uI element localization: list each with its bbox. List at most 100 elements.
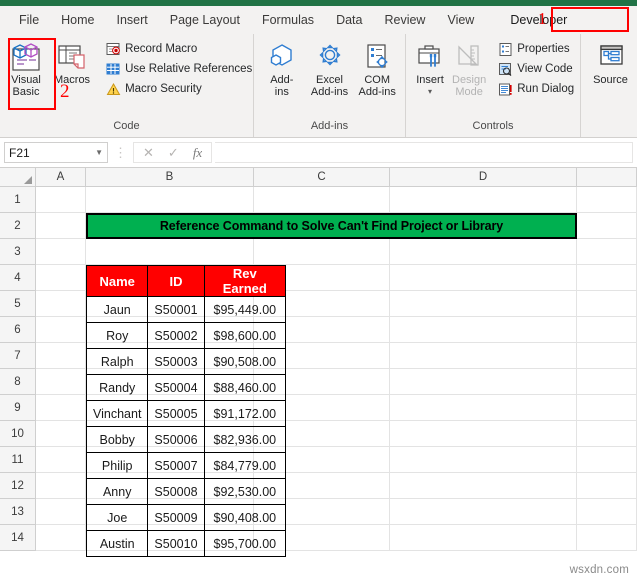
cell-name[interactable]: Austin — [85, 530, 149, 557]
grid-cell[interactable] — [36, 239, 86, 265]
grid-cell[interactable] — [390, 525, 577, 551]
column-header-c[interactable]: C — [254, 168, 390, 186]
tab-insert[interactable]: Insert — [106, 8, 159, 32]
grid-cell[interactable] — [36, 369, 86, 395]
row-header-11[interactable]: 11 — [0, 447, 35, 473]
record-macro-button[interactable]: Record Macro — [102, 40, 255, 59]
grid-cell[interactable] — [254, 239, 390, 265]
excel-add-ins-button[interactable]: Excel Add-ins — [308, 37, 352, 100]
cell-rev-earned[interactable]: $98,600.00 — [203, 322, 287, 349]
cell-rev-earned[interactable]: $84,779.00 — [203, 452, 287, 479]
cell-id[interactable]: S50002 — [147, 322, 205, 349]
add-ins-button[interactable]: Add- ins — [260, 37, 304, 100]
grid-cell[interactable] — [577, 447, 637, 473]
column-header-b[interactable]: B — [86, 168, 254, 186]
grid-cell[interactable] — [36, 473, 86, 499]
cell-name[interactable]: Joe — [85, 504, 149, 531]
row-header-1[interactable]: 1 — [0, 187, 35, 213]
row-header-4[interactable]: 4 — [0, 265, 35, 291]
row-header-3[interactable]: 3 — [0, 239, 35, 265]
cell-id[interactable]: S50008 — [147, 478, 205, 505]
confirm-icon[interactable]: ✓ — [168, 145, 179, 161]
insert-control-chevron-down-icon[interactable]: ▾ — [428, 86, 432, 98]
grid-cell[interactable] — [86, 187, 254, 213]
run-dialog-button[interactable]: Run Dialog — [494, 80, 577, 99]
cell-name[interactable]: Randy — [85, 374, 149, 401]
grid-cell[interactable] — [390, 317, 577, 343]
column-header-rev-earned[interactable]: Rev Earned — [203, 265, 287, 297]
grid-cell[interactable] — [36, 447, 86, 473]
grid-cell[interactable] — [390, 343, 577, 369]
grid-cell[interactable] — [390, 239, 577, 265]
design-mode-button[interactable]: Design Mode — [450, 37, 488, 100]
row-header-7[interactable]: 7 — [0, 343, 35, 369]
row-header-6[interactable]: 6 — [0, 317, 35, 343]
row-header-10[interactable]: 10 — [0, 421, 35, 447]
insert-control-button[interactable]: Insert ▾ — [412, 37, 448, 100]
tab-review[interactable]: Review — [373, 8, 436, 32]
cell-name[interactable]: Ralph — [85, 348, 149, 375]
grid-cell[interactable] — [577, 421, 637, 447]
use-relative-references-button[interactable]: Use Relative References — [102, 60, 255, 79]
grid-cell[interactable] — [390, 291, 577, 317]
column-header-d[interactable]: D — [390, 168, 577, 186]
row-header-12[interactable]: 12 — [0, 473, 35, 499]
cell-id[interactable]: S50009 — [147, 504, 205, 531]
cell-name[interactable]: Vinchant — [85, 400, 149, 427]
cell-rev-earned[interactable]: $91,172.00 — [203, 400, 287, 427]
grid-cell[interactable] — [577, 317, 637, 343]
grid-cell[interactable] — [390, 447, 577, 473]
grid-cell[interactable] — [577, 213, 637, 239]
column-header-id[interactable]: ID — [147, 265, 205, 297]
tab-data[interactable]: Data — [325, 8, 373, 32]
grid-cell[interactable] — [577, 473, 637, 499]
formula-input[interactable] — [215, 142, 633, 163]
row-header-2[interactable]: 2 — [0, 213, 35, 239]
row-header-9[interactable]: 9 — [0, 395, 35, 421]
insert-function-icon[interactable]: fx — [193, 145, 202, 161]
column-header-a[interactable]: A — [36, 168, 86, 186]
tab-page-layout[interactable]: Page Layout — [159, 8, 251, 32]
column-header-name[interactable]: Name — [85, 265, 149, 297]
grid-cell[interactable] — [390, 421, 577, 447]
grid-cell[interactable] — [390, 395, 577, 421]
macros-button[interactable]: Macros — [52, 37, 92, 88]
name-box[interactable]: F21 ▼ — [4, 142, 108, 163]
com-add-ins-button[interactable]: COM Add-ins — [355, 37, 399, 100]
sheet-title-banner[interactable]: Reference Command to Solve Can't Find Pr… — [86, 213, 577, 239]
grid-cell[interactable] — [577, 499, 637, 525]
cell-name[interactable]: Anny — [85, 478, 149, 505]
cell-rev-earned[interactable]: $92,530.00 — [203, 478, 287, 505]
select-all-corner[interactable] — [0, 168, 36, 186]
column-header-e[interactable] — [577, 168, 637, 186]
grid-cell[interactable] — [36, 421, 86, 447]
grid-cell[interactable] — [36, 343, 86, 369]
view-code-button[interactable]: View Code — [494, 60, 577, 79]
cell-id[interactable]: S50007 — [147, 452, 205, 479]
grid-cell[interactable] — [36, 499, 86, 525]
row-header-14[interactable]: 14 — [0, 525, 35, 551]
cell-id[interactable]: S50005 — [147, 400, 205, 427]
grid-cell[interactable] — [254, 187, 390, 213]
grid-cell[interactable] — [577, 525, 637, 551]
grid-cell[interactable] — [390, 265, 577, 291]
grid-cell[interactable] — [577, 291, 637, 317]
grid-cell[interactable] — [577, 395, 637, 421]
grid-cell[interactable] — [577, 343, 637, 369]
grid-cell[interactable] — [36, 525, 86, 551]
grid-cell[interactable] — [36, 317, 86, 343]
grid-cell[interactable] — [577, 265, 637, 291]
cell-rev-earned[interactable]: $90,508.00 — [203, 348, 287, 375]
grid-cell[interactable] — [36, 265, 86, 291]
grid-cell[interactable] — [390, 499, 577, 525]
cell-rev-earned[interactable]: $95,449.00 — [203, 296, 287, 323]
cell-name[interactable]: Jaun — [85, 296, 149, 323]
grid-cell[interactable] — [390, 187, 577, 213]
cell-rev-earned[interactable]: $82,936.00 — [203, 426, 287, 453]
row-header-8[interactable]: 8 — [0, 369, 35, 395]
grid-cell[interactable] — [577, 239, 637, 265]
cancel-icon[interactable]: ✕ — [143, 145, 154, 161]
cell-id[interactable]: S50003 — [147, 348, 205, 375]
tab-view[interactable]: View — [436, 8, 485, 32]
xml-source-button[interactable]: Source — [587, 37, 634, 88]
